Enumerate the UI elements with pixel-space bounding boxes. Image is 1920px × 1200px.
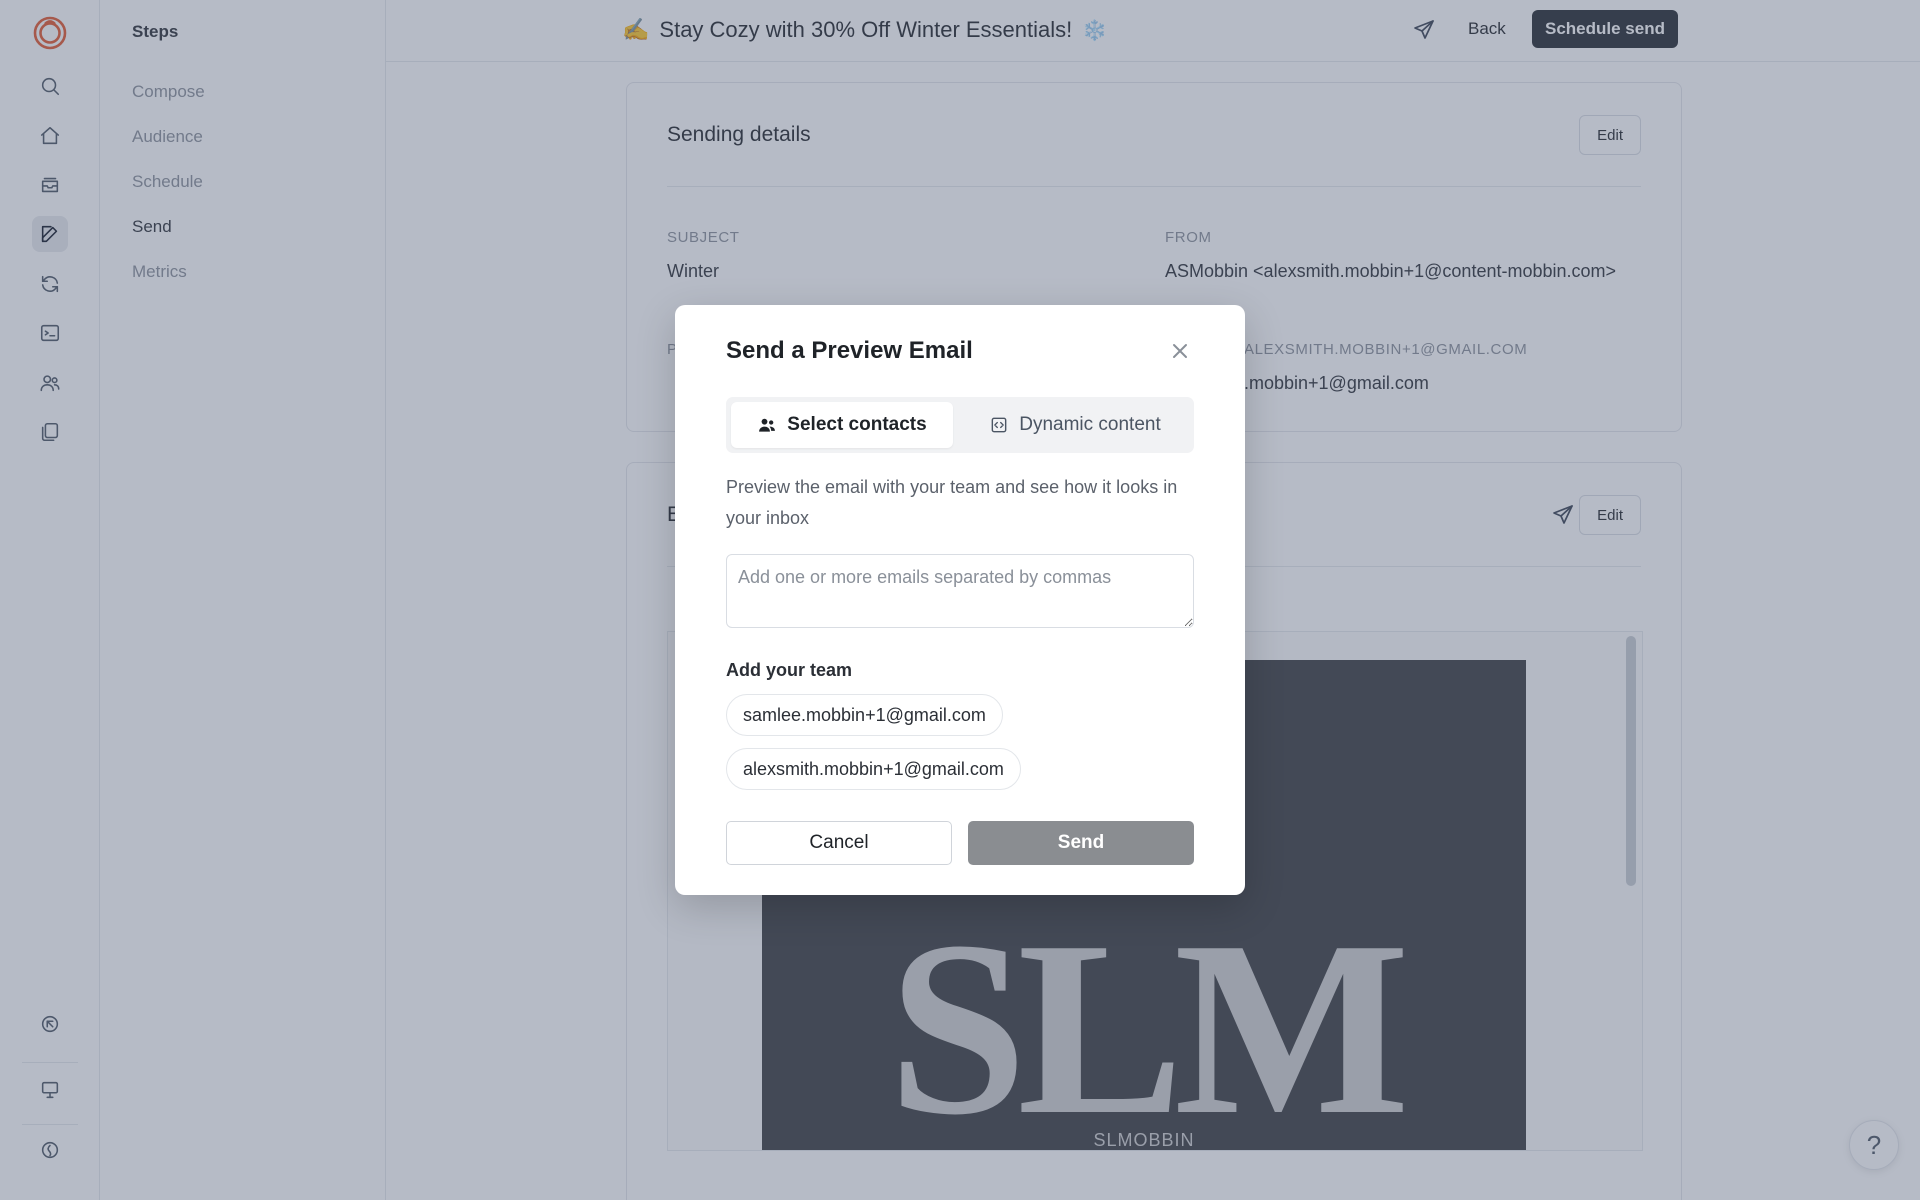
cancel-button[interactable]: Cancel (726, 821, 952, 865)
tab-select-contacts[interactable]: Select contacts (731, 402, 953, 448)
preview-mode-tabs: Select contacts Dynamic content (726, 397, 1194, 453)
team-member-chip[interactable]: samlee.mobbin+1@gmail.com (726, 694, 1003, 736)
tab-dynamic-content[interactable]: Dynamic content (961, 402, 1189, 448)
tab-dynamic-content-label: Dynamic content (1019, 414, 1161, 435)
team-member-chip[interactable]: alexsmith.mobbin+1@gmail.com (726, 748, 1021, 790)
send-button[interactable]: Send (968, 821, 1194, 865)
modal-description: Preview the email with your team and see… (726, 477, 1178, 528)
close-icon[interactable] (1170, 341, 1190, 361)
emails-input[interactable] (726, 554, 1194, 628)
modal-title: Send a Preview Email (726, 337, 973, 364)
users-icon (759, 418, 776, 432)
code-box-icon (991, 417, 1007, 433)
send-preview-modal: Send a Preview Email Select contacts Dyn… (675, 305, 1245, 895)
add-team-label: Add your team (726, 660, 853, 680)
tab-select-contacts-label: Select contacts (787, 414, 927, 435)
